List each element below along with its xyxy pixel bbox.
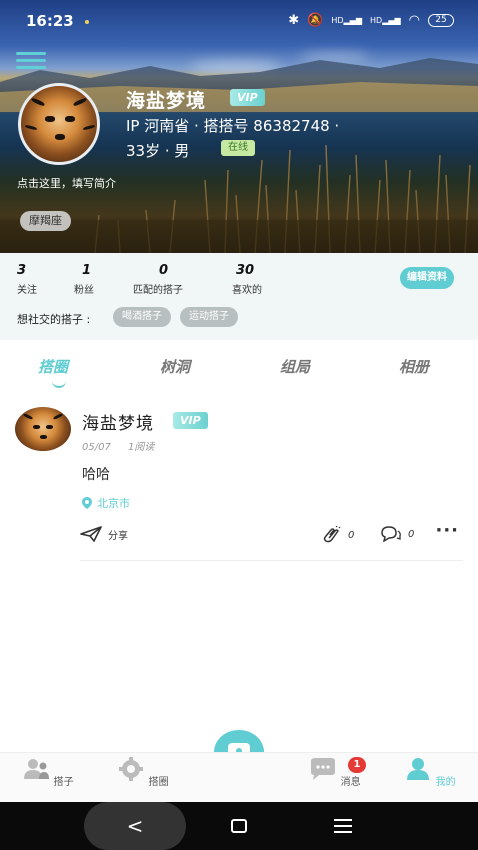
post-read-count: 1阅读 [128,442,155,453]
social-partners-label: 想社交的搭子 : [17,313,91,326]
post-actions: 分享 0 0 ··· [80,520,463,546]
tab-circle[interactable]: 搭圈 [38,356,68,377]
nav-partners[interactable]: 搭子 [18,757,78,788]
message-icon [311,758,336,780]
partner-chip[interactable]: 运动搭子 [180,307,238,327]
status-time: 16:23 [26,12,74,30]
signal-icon: HD▂▄▆ [370,16,401,25]
zodiac-tag: 摩羯座 [20,211,71,231]
partners-icon [24,759,50,779]
tab-album[interactable]: 相册 [399,356,429,377]
status-bar: 16:23 ✱ 🔕 HD▂▄▆ HD▂▄▆ ◠ 25 [0,0,478,44]
active-tab-indicator [52,380,66,388]
mute-icon: 🔕 [307,13,324,28]
stat-label: 关注 [17,285,37,296]
stat-value: 3 [17,263,27,278]
send-icon [80,526,102,542]
stats-panel: 3 关注 1 粉丝 0 匹配的搭子 30 喜欢的 编辑资料 想社交的搭子 : 喝… [0,253,478,340]
profile-nickname: 海盐梦境 [126,90,207,112]
system-home-button[interactable] [226,802,252,850]
tab-tree-hole[interactable]: 树洞 [160,356,190,377]
profile-tabs: 搭圈 树洞 组局 相册 [0,340,478,390]
comment-count: 0 [408,528,415,540]
back-icon: < [126,814,144,838]
location-label: 北京市 [97,497,130,510]
share-label: 分享 [108,530,128,542]
edit-profile-button[interactable]: 编辑资料 [400,267,454,289]
stat-following[interactable]: 3 关注 [17,263,37,296]
vip-badge: VIP [230,89,265,106]
comment-icon [381,526,401,542]
nav-circle[interactable]: 搭圈 [113,757,173,788]
profile-ip-line: IP 河南省 · 搭搭号 86382748 · [126,117,340,135]
stat-matched-partners[interactable]: 0 匹配的搭子 [133,263,183,296]
circle-gear-icon [119,757,144,781]
clap-button[interactable]: 0 [322,526,354,544]
location-pin-icon [82,497,92,509]
online-status-badge: 在线 [221,140,255,156]
post-location[interactable]: 北京市 [82,495,130,511]
menu-line-icon [334,819,352,821]
notification-dot [85,20,89,24]
menu-icon[interactable] [16,52,46,70]
stat-value: 0 [159,263,169,278]
share-button[interactable]: 分享 [80,526,128,542]
stat-liked[interactable]: 30 喜欢的 [232,263,262,296]
vip-badge: VIP [173,412,208,429]
system-navigation-bar: < [0,802,478,850]
stat-label: 喜欢的 [232,285,262,296]
profile-avatar[interactable] [18,83,100,165]
bluetooth-icon: ✱ [288,13,300,28]
clap-icon [323,526,341,543]
nav-label: 我的 [435,777,456,788]
profile-icon [407,758,430,780]
system-back-button[interactable]: < [84,802,186,850]
comment-button[interactable]: 0 [380,526,414,542]
system-recents-button[interactable] [330,802,356,850]
signal-icon: HD▂▄▆ [331,16,362,25]
bottom-navigation: 搭子 搭圈 消息 我的 [0,752,478,802]
post-card[interactable]: 海盐梦境 VIP 05/07 1阅读 哈哈 北京市 分享 0 0 ··· [0,400,478,565]
post-author-name[interactable]: 海盐梦境 [82,409,154,434]
clap-count: 0 [348,529,355,541]
tab-group-event[interactable]: 组局 [280,356,310,377]
post-meta: 05/07 1阅读 [82,438,168,453]
intro-prompt-link[interactable]: 点击这里，填写简介 [17,175,116,191]
message-badge: 1 [348,757,366,773]
post-author-avatar[interactable] [15,407,71,451]
post-date: 05/07 [82,442,111,453]
profile-age-gender: 33岁 · 男 [126,142,190,160]
home-icon [231,819,247,833]
wifi-icon: ◠ [408,13,420,28]
nav-label: 搭子 [53,777,74,788]
divider [80,560,463,561]
nav-mine[interactable]: 我的 [400,757,460,788]
stat-value: 1 [82,263,92,278]
menu-line-icon [334,825,352,827]
status-icons: ✱ 🔕 HD▂▄▆ HD▂▄▆ ◠ 25 [288,13,454,28]
post-text: 哈哈 [82,467,110,483]
nav-label: 消息 [340,777,361,788]
menu-line-icon [334,831,352,833]
stat-label: 匹配的搭子 [133,285,183,296]
partner-chip[interactable]: 喝酒搭子 [113,307,171,327]
battery-icon: 25 [428,14,454,27]
stat-value: 30 [236,263,255,278]
more-options-icon[interactable]: ··· [435,520,459,541]
stat-followers[interactable]: 1 粉丝 [74,263,94,296]
nav-label: 搭圈 [148,777,169,788]
stat-label: 粉丝 [74,285,94,296]
